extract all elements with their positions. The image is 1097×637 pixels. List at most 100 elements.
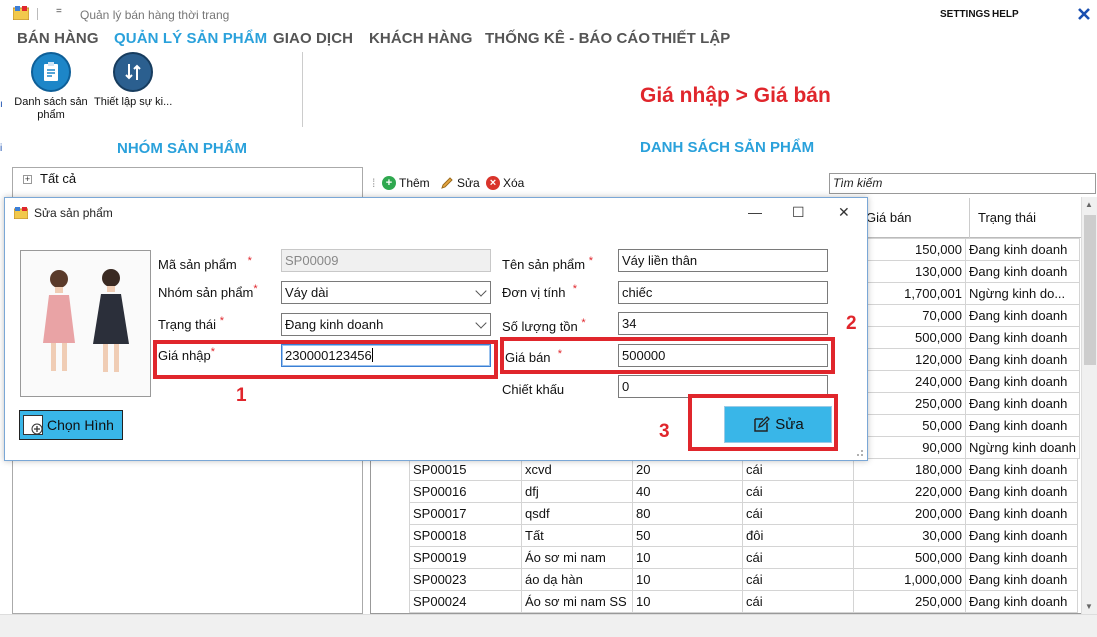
table-cell: dfj bbox=[521, 480, 633, 503]
window-close-icon[interactable] bbox=[1073, 3, 1095, 25]
settings-link[interactable]: SETTINGS bbox=[940, 9, 990, 20]
table-cell: 180,000 bbox=[853, 458, 966, 481]
table-cell: Đang kinh doanh bbox=[964, 304, 1081, 327]
table-row[interactable]: SP00016 dfj 40 cái 220,000 Đang kinh doanh bbox=[409, 480, 1078, 503]
discount-label: Chiết khấu bbox=[502, 382, 565, 397]
add-label: Thêm bbox=[399, 176, 430, 190]
table-cell: Đang kinh doanh bbox=[965, 502, 1078, 525]
table-cell: cái bbox=[742, 480, 854, 503]
left-panel-title: NHÓM SẢN PHẨM bbox=[117, 140, 247, 157]
resize-grip-icon[interactable] bbox=[854, 447, 864, 457]
app-icon bbox=[13, 6, 29, 20]
table-row[interactable]: SP00023 áo dạ hàn 10 cái 1,000,000 Đang kinh … bbox=[409, 568, 1078, 591]
table-row[interactable]: SP00018 Tất 50 đôi 30,000 Đang kinh doanh bbox=[409, 524, 1078, 547]
title-bar: = Quản lý bán hàng thời trang SETTINGS H… bbox=[0, 0, 1097, 30]
table-row[interactable]: SP00017 qsdf 80 cái 200,000 Đang kinh doanh bbox=[409, 502, 1078, 525]
tab-khach-hang[interactable]: KHÁCH HÀNG bbox=[369, 30, 473, 47]
table-cell: Đang kinh doanh bbox=[964, 260, 1081, 283]
stock-label: Số lượng tồn * bbox=[502, 317, 586, 334]
table-cell: đôi bbox=[742, 524, 854, 547]
add-image-icon bbox=[23, 415, 43, 435]
tab-thong-ke-bao-cao[interactable]: THỐNG KÊ - BÁO CÁO bbox=[485, 30, 650, 47]
clipboard-icon bbox=[31, 52, 71, 92]
tab-quan-ly-san-pham[interactable]: QUẢN LÝ SẢN PHẨM bbox=[114, 30, 267, 47]
status-label: Trạng thái * bbox=[158, 315, 224, 332]
product-group-select[interactable]: Váy dài bbox=[281, 281, 491, 304]
table-cell: Tất bbox=[521, 524, 633, 547]
table-row[interactable]: SP00015 xcvd 20 cái 180,000 Đang kinh doanh bbox=[409, 458, 1078, 481]
left-edge-fragment: i bbox=[0, 143, 3, 154]
dialog-minimize-icon[interactable]: — bbox=[748, 204, 762, 220]
table-cell: Đang kinh doanh bbox=[964, 370, 1081, 393]
annotation-number-3: 3 bbox=[659, 421, 670, 442]
tab-giao-dich[interactable]: GIAO DỊCH bbox=[273, 30, 353, 47]
table-cell: Đang kinh doanh bbox=[964, 238, 1081, 261]
table-cell: 120,000 bbox=[853, 348, 966, 371]
table-cell: Đang kinh doanh bbox=[964, 326, 1081, 349]
tree-node-all[interactable]: Tất cả bbox=[40, 171, 76, 186]
table-cell: 80 bbox=[632, 502, 743, 525]
tab-ban-hang[interactable]: BÁN HÀNG bbox=[17, 30, 99, 47]
table-cell: 50,000 bbox=[853, 414, 966, 437]
annotation-box-2 bbox=[500, 337, 835, 374]
dialog-maximize-icon[interactable]: ☐ bbox=[792, 204, 805, 221]
table-cell: 50 bbox=[632, 524, 743, 547]
table-row[interactable]: SP00019 Áo sơ mi nam 10 cái 500,000 Đang kinh… bbox=[409, 546, 1078, 569]
status-select[interactable]: Đang kinh doanh bbox=[281, 313, 491, 336]
quick-access-menu-icon[interactable]: = bbox=[56, 6, 62, 17]
delete-icon: × bbox=[486, 176, 500, 190]
table-cell: SP00024 bbox=[409, 590, 522, 613]
product-group-label: Nhóm sản phẩm* bbox=[158, 283, 258, 300]
tree-expand-icon[interactable]: + bbox=[23, 175, 32, 184]
app-title: Quản lý bán hàng thời trang bbox=[80, 8, 230, 22]
scroll-down-icon[interactable]: ▼ bbox=[1085, 602, 1093, 611]
table-cell: xcvd bbox=[521, 458, 633, 481]
table-row[interactable]: SP00024 Áo sơ mi nam SS 10 cái 250,000 Đang k… bbox=[409, 590, 1078, 613]
table-cell: 150,000 bbox=[853, 238, 966, 261]
table-cell: SP00017 bbox=[409, 502, 522, 525]
table-cell: SP00015 bbox=[409, 458, 522, 481]
annotation-number-1: 1 bbox=[236, 385, 247, 406]
table-cell: 90,000 bbox=[853, 436, 966, 459]
table-cell: 250,000 bbox=[853, 392, 966, 415]
edit-toolbar-button[interactable]: Sửa bbox=[440, 176, 480, 190]
scroll-thumb[interactable] bbox=[1084, 215, 1096, 365]
table-cell: Ngừng kinh doanh bbox=[964, 436, 1081, 459]
product-code-field: SP00009 bbox=[281, 249, 491, 272]
event-setup-button[interactable]: Thiết lập sự ki... bbox=[94, 52, 172, 109]
tab-thiet-lap[interactable]: THIẾT LẬP bbox=[652, 30, 730, 47]
dialog-close-icon[interactable]: ✕ bbox=[838, 204, 850, 221]
table-cell: áo dạ hàn bbox=[521, 568, 633, 591]
product-list-label: Danh sách sản phẩm bbox=[14, 96, 88, 121]
table-cell: Đang kinh doanh bbox=[965, 524, 1078, 547]
help-link[interactable]: HELP bbox=[992, 9, 1019, 20]
table-cell: 1,000,000 bbox=[853, 568, 966, 591]
header-trang-thai[interactable]: Trạng thái bbox=[969, 198, 1036, 238]
table-cell: SP00019 bbox=[409, 546, 522, 569]
unit-input[interactable]: chiếc bbox=[618, 281, 828, 304]
table-cell: 250,000 bbox=[853, 590, 966, 613]
grid-vertical-scrollbar[interactable]: ▲ ▼ bbox=[1081, 197, 1097, 614]
table-cell: 30,000 bbox=[853, 524, 966, 547]
stock-input[interactable]: 34 bbox=[618, 312, 828, 335]
product-list-button[interactable]: Danh sách sản phẩm bbox=[11, 52, 91, 122]
header-gia-ban[interactable]: Giá bán bbox=[866, 210, 912, 225]
status-bar bbox=[0, 614, 1097, 637]
add-button[interactable]: + Thêm bbox=[382, 176, 430, 190]
table-cell: 500,000 bbox=[853, 546, 966, 569]
table-cell: cái bbox=[742, 568, 854, 591]
table-cell: 40 bbox=[632, 480, 743, 503]
pick-image-button[interactable]: Chọn Hình bbox=[19, 410, 123, 440]
scroll-up-icon[interactable]: ▲ bbox=[1085, 200, 1093, 209]
left-edge-fragment: ı bbox=[0, 99, 3, 110]
table-cell: 240,000 bbox=[853, 370, 966, 393]
table-cell: qsdf bbox=[521, 502, 633, 525]
table-cell: Đang kinh doanh bbox=[965, 480, 1078, 503]
table-cell: 10 bbox=[632, 546, 743, 569]
table-cell: Đang kinh doanh bbox=[964, 392, 1081, 415]
search-input[interactable]: Tìm kiếm bbox=[829, 173, 1096, 194]
delete-button[interactable]: × Xóa bbox=[486, 176, 524, 190]
table-cell: cái bbox=[742, 546, 854, 569]
product-name-input[interactable]: Váy liền thân bbox=[618, 249, 828, 272]
table-cell: Áo sơ mi nam SS bbox=[521, 590, 633, 613]
